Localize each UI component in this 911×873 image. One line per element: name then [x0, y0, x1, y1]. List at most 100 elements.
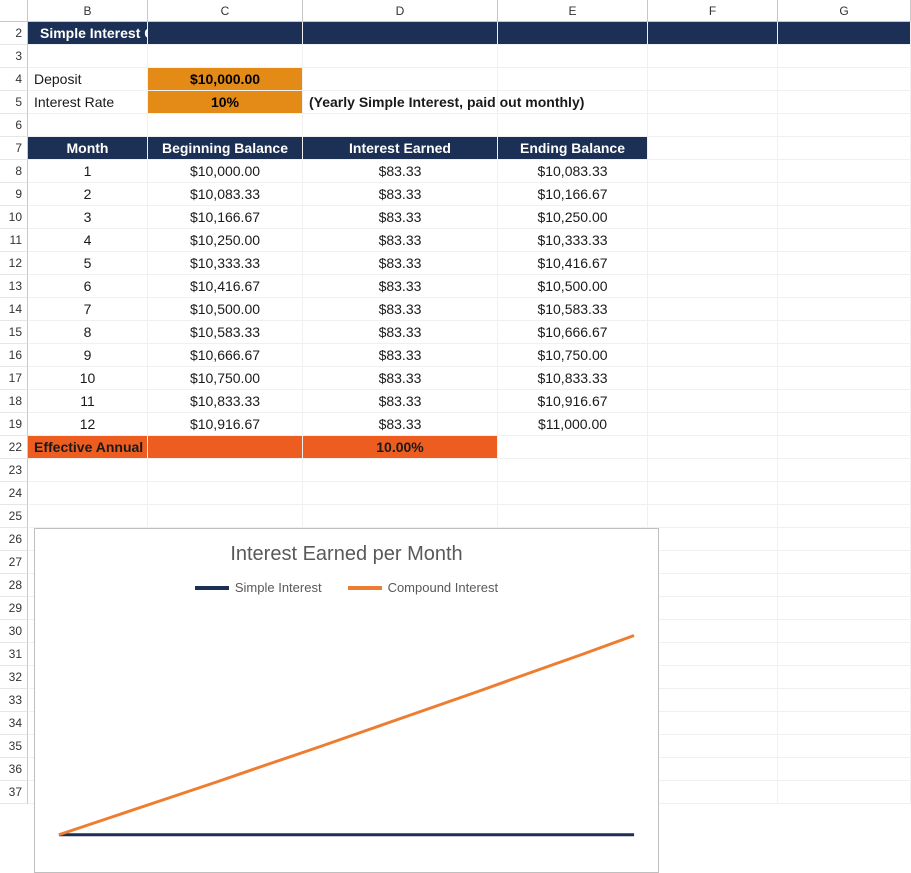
rate-input[interactable]: 10%: [148, 91, 303, 114]
cell[interactable]: [778, 505, 911, 528]
title-bar-fill[interactable]: [148, 22, 303, 45]
cell[interactable]: [648, 689, 778, 712]
cell-begin[interactable]: $10,166.67: [148, 206, 303, 229]
cell[interactable]: [498, 91, 648, 114]
row-header-6[interactable]: 6: [0, 114, 28, 137]
col-header-F[interactable]: F: [648, 0, 778, 22]
cell[interactable]: [648, 160, 778, 183]
cell-interest[interactable]: $83.33: [303, 229, 498, 252]
row-header-15[interactable]: 15: [0, 321, 28, 344]
cell-interest[interactable]: $83.33: [303, 298, 498, 321]
cell[interactable]: [648, 367, 778, 390]
cell-begin[interactable]: $10,833.33: [148, 390, 303, 413]
cell-begin[interactable]: $10,416.67: [148, 275, 303, 298]
cell-interest[interactable]: $83.33: [303, 252, 498, 275]
cell[interactable]: [648, 735, 778, 758]
cell-month[interactable]: 3: [28, 206, 148, 229]
cell[interactable]: [778, 114, 911, 137]
cell[interactable]: [778, 482, 911, 505]
cell[interactable]: [778, 252, 911, 275]
cell-interest[interactable]: $83.33: [303, 344, 498, 367]
title-bar-fill[interactable]: [498, 22, 648, 45]
deposit-input[interactable]: $10,000.00: [148, 68, 303, 91]
cell-end[interactable]: $10,666.67: [498, 321, 648, 344]
row-header-10[interactable]: 10: [0, 206, 28, 229]
cell[interactable]: [778, 528, 911, 551]
cell-month[interactable]: 2: [28, 183, 148, 206]
cell[interactable]: [778, 344, 911, 367]
cell-end[interactable]: $10,250.00: [498, 206, 648, 229]
cell[interactable]: [303, 114, 498, 137]
cell[interactable]: [648, 436, 778, 459]
cell[interactable]: [648, 482, 778, 505]
cell[interactable]: [148, 482, 303, 505]
cell-begin[interactable]: $10,000.00: [148, 160, 303, 183]
cell-interest[interactable]: $83.33: [303, 275, 498, 298]
cell[interactable]: [778, 551, 911, 574]
cell-begin[interactable]: $10,583.33: [148, 321, 303, 344]
row-header-29[interactable]: 29: [0, 597, 28, 620]
cell[interactable]: [28, 45, 148, 68]
col-header-E[interactable]: E: [498, 0, 648, 22]
cell-end[interactable]: $11,000.00: [498, 413, 648, 436]
cell[interactable]: [648, 758, 778, 781]
row-header-32[interactable]: 32: [0, 666, 28, 689]
effective-bar-fill[interactable]: [148, 436, 303, 459]
th-month[interactable]: Month: [28, 137, 148, 160]
cell[interactable]: [303, 505, 498, 528]
cell[interactable]: [498, 459, 648, 482]
cell-month[interactable]: 6: [28, 275, 148, 298]
cell[interactable]: [778, 206, 911, 229]
row-header-17[interactable]: 17: [0, 367, 28, 390]
cell[interactable]: [778, 781, 911, 804]
row-header-13[interactable]: 13: [0, 275, 28, 298]
cell[interactable]: [28, 114, 148, 137]
cell[interactable]: [648, 459, 778, 482]
cell[interactable]: [648, 45, 778, 68]
th-interest[interactable]: Interest Earned: [303, 137, 498, 160]
cell[interactable]: [778, 712, 911, 735]
row-header-37[interactable]: 37: [0, 781, 28, 804]
cell-begin[interactable]: $10,333.33: [148, 252, 303, 275]
cell[interactable]: [778, 68, 911, 91]
cell[interactable]: [648, 574, 778, 597]
cell-month[interactable]: 11: [28, 390, 148, 413]
cell[interactable]: [778, 413, 911, 436]
row-header-36[interactable]: 36: [0, 758, 28, 781]
cell-interest[interactable]: $83.33: [303, 413, 498, 436]
cell[interactable]: [648, 298, 778, 321]
row-header-26[interactable]: 26: [0, 528, 28, 551]
cell[interactable]: [648, 229, 778, 252]
cell-end[interactable]: $10,916.67: [498, 390, 648, 413]
cell[interactable]: [498, 45, 648, 68]
cell[interactable]: [648, 666, 778, 689]
cell[interactable]: [778, 160, 911, 183]
cell[interactable]: [778, 367, 911, 390]
cell[interactable]: [648, 597, 778, 620]
cell-end[interactable]: $10,750.00: [498, 344, 648, 367]
cell-begin[interactable]: $10,750.00: [148, 367, 303, 390]
cell[interactable]: [28, 459, 148, 482]
cell-end[interactable]: $10,833.33: [498, 367, 648, 390]
cell[interactable]: [778, 275, 911, 298]
cell-month[interactable]: 8: [28, 321, 148, 344]
cell-month[interactable]: 5: [28, 252, 148, 275]
effective-value[interactable]: 10.00%: [303, 436, 498, 459]
cell-begin[interactable]: $10,666.67: [148, 344, 303, 367]
cell[interactable]: [648, 91, 778, 114]
deposit-label[interactable]: Deposit: [28, 68, 148, 91]
row-header-30[interactable]: 30: [0, 620, 28, 643]
cell[interactable]: [148, 45, 303, 68]
cell[interactable]: [148, 505, 303, 528]
cell[interactable]: [148, 459, 303, 482]
select-all-corner[interactable]: [0, 0, 28, 22]
cell[interactable]: [648, 275, 778, 298]
cell[interactable]: [778, 321, 911, 344]
cell[interactable]: [778, 643, 911, 666]
row-header-31[interactable]: 31: [0, 643, 28, 666]
cell-end[interactable]: $10,500.00: [498, 275, 648, 298]
cell[interactable]: [778, 390, 911, 413]
row-header-5[interactable]: 5: [0, 91, 28, 114]
cell-end[interactable]: $10,166.67: [498, 183, 648, 206]
row-header-19[interactable]: 19: [0, 413, 28, 436]
